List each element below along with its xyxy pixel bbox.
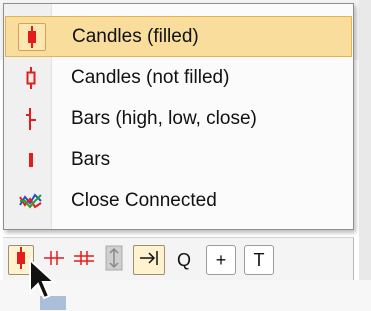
crosshair-alt-icon	[74, 248, 94, 273]
chart-type-dropdown-menu: Candles (filled) Candles (not filled) Ba…	[3, 3, 354, 230]
menu-item-candles-not-filled[interactable]: Candles (not filled)	[5, 57, 352, 98]
crosshair-alt-button[interactable]	[71, 245, 97, 275]
add-button-label: +	[215, 249, 227, 270]
bars-icon	[18, 147, 44, 173]
q-button[interactable]: Q	[171, 245, 197, 275]
mouse-pointer-icon	[28, 257, 60, 303]
pan-vertical-button[interactable]	[101, 245, 127, 275]
menu-item-icon-wrap	[9, 180, 53, 221]
menu-item-icon-wrap	[9, 57, 53, 98]
menu-item-label: Close Connected	[71, 189, 217, 211]
bars-hlc-icon	[18, 106, 44, 132]
background-right-strip	[359, 0, 371, 311]
pan-vertical-icon	[105, 245, 123, 276]
menu-item-label: Candles (filled)	[72, 25, 199, 47]
menu-item-icon-wrap	[10, 17, 54, 56]
menu-item-bars-hlc[interactable]: Bars (high, low, close)	[5, 98, 352, 139]
t-button[interactable]: T	[244, 245, 274, 275]
candles-filled-icon	[15, 246, 27, 274]
menu-item-icon-wrap	[9, 139, 53, 180]
menu-item-candles-filled[interactable]: Candles (filled)	[5, 16, 352, 57]
q-button-label: Q	[176, 249, 191, 270]
add-button[interactable]: +	[206, 245, 236, 275]
menu-item-bars[interactable]: Bars	[5, 139, 352, 180]
menu-item-label: Bars (high, low, close)	[71, 107, 257, 129]
candles-filled-icon	[18, 22, 46, 51]
candles-not-filled-icon	[18, 65, 44, 91]
scroll-to-end-icon	[138, 250, 160, 271]
t-button-label: T	[253, 249, 265, 270]
menu-item-icon-wrap	[9, 98, 53, 139]
menu-item-label: Candles (not filled)	[71, 66, 230, 88]
close-connected-icon	[18, 188, 44, 214]
menu-item-close-connected[interactable]: Close Connected	[5, 180, 352, 221]
menu-item-label: Bars	[71, 148, 111, 170]
scroll-to-end-button[interactable]	[133, 245, 165, 275]
